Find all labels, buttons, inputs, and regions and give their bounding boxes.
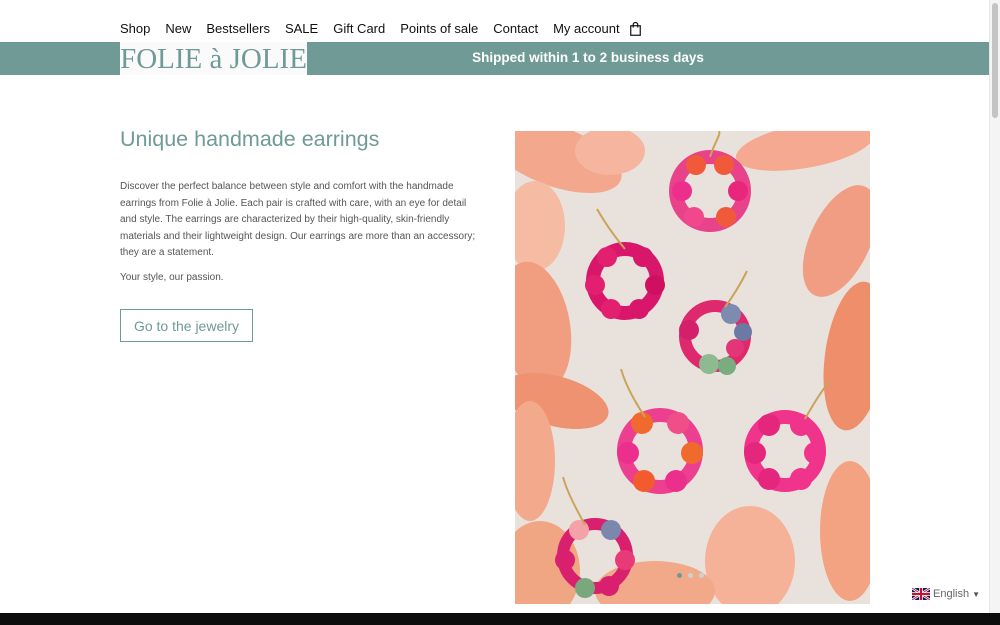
main-navigation: Shop New Bestsellers SALE Gift Card Poin… xyxy=(120,20,644,38)
nav-bestsellers[interactable]: Bestsellers xyxy=(206,20,270,38)
page-scrollbar[interactable] xyxy=(989,0,1000,613)
nav-new[interactable]: New xyxy=(165,20,191,38)
nav-my-account[interactable]: My account xyxy=(553,20,619,38)
shopping-bag-icon[interactable] xyxy=(629,20,644,38)
language-label: English xyxy=(933,588,970,600)
nav-points-of-sale[interactable]: Points of sale xyxy=(400,20,478,38)
nav-shop[interactable]: Shop xyxy=(120,20,150,38)
scrollbar-thumb[interactable] xyxy=(992,3,998,118)
nav-sale[interactable]: SALE xyxy=(285,20,318,38)
earrings-photo xyxy=(515,131,870,604)
shipping-notice: Shipped within 1 to 2 business days xyxy=(472,50,704,65)
description-text: Discover the perfect balance between sty… xyxy=(120,181,476,259)
page-title: Unique handmade earrings xyxy=(120,127,380,151)
carousel-dot[interactable] xyxy=(677,573,682,578)
language-selector[interactable]: English ▼ xyxy=(912,588,980,600)
brand-logo[interactable]: FOLIE à JOLIE xyxy=(120,42,307,75)
carousel-indicators xyxy=(677,573,704,578)
footer-bar xyxy=(0,613,1000,625)
go-to-jewelry-button[interactable]: Go to the jewelry xyxy=(120,309,253,342)
carousel-dot[interactable] xyxy=(699,573,704,578)
uk-flag-icon xyxy=(912,588,930,600)
chevron-down-icon: ▼ xyxy=(972,589,980,599)
nav-contact[interactable]: Contact xyxy=(493,20,538,38)
logo-text: FOLIE à JOLIE xyxy=(120,42,307,75)
tagline-text: Your style, our passion. xyxy=(120,272,224,283)
carousel-dot[interactable] xyxy=(688,573,693,578)
hero-image xyxy=(515,131,870,604)
nav-gift-card[interactable]: Gift Card xyxy=(333,20,385,38)
